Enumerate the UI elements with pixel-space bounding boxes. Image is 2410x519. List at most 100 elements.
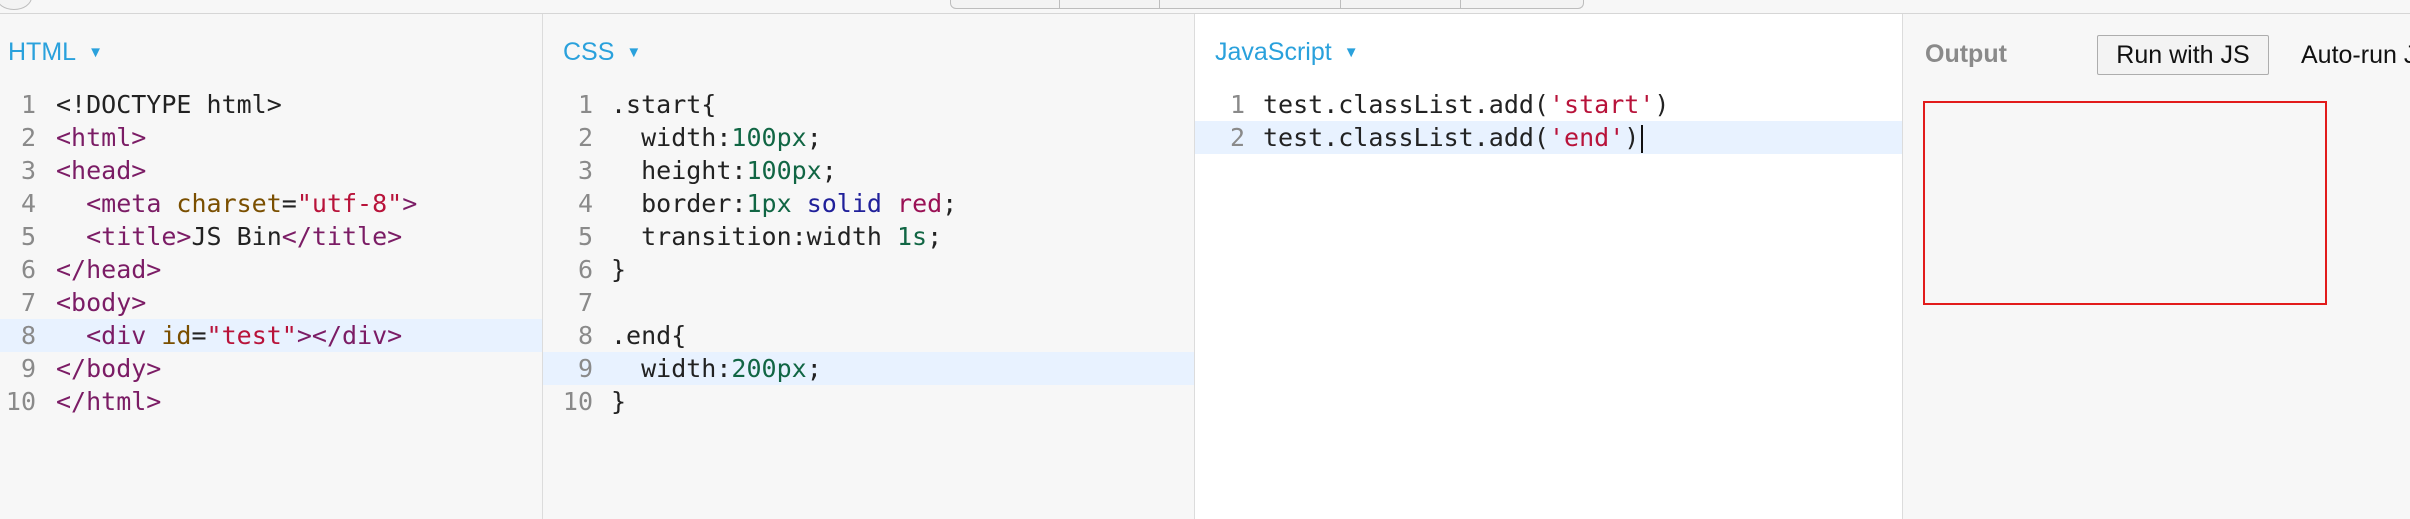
dropdown-arrow-icon[interactable]: ▼ bbox=[626, 44, 641, 61]
code-text: <head> bbox=[56, 154, 146, 187]
code-line[interactable]: 2 <html> bbox=[0, 121, 542, 154]
dropdown-arrow-icon[interactable]: ▼ bbox=[88, 44, 103, 61]
code-line[interactable]: 6} bbox=[543, 253, 1194, 286]
code-token: <div bbox=[86, 321, 162, 350]
code-text: </html> bbox=[56, 385, 161, 418]
code-line[interactable]: 9 </body> bbox=[0, 352, 542, 385]
line-number: 3 bbox=[577, 156, 593, 185]
code-line[interactable]: 10 </html> bbox=[0, 385, 542, 418]
line-number: 1 bbox=[1229, 90, 1245, 119]
line-number: 6 bbox=[577, 255, 593, 284]
code-text: height:100px; bbox=[611, 154, 837, 187]
dropdown-arrow-icon[interactable]: ▼ bbox=[1344, 44, 1359, 61]
html-panel: HTML ▼ 1 <!DOCTYPE html> 2 <html> 3 <head> 4 <m… bbox=[0, 14, 543, 519]
js-editor[interactable]: 1 test.classList.add('start') 2 test.classL… bbox=[1195, 88, 1902, 154]
line-number: 7 bbox=[577, 288, 593, 317]
panel-toggle-tabs[interactable] bbox=[950, 0, 1584, 9]
line-number: 4 bbox=[577, 189, 593, 218]
code-line[interactable]: 4 border:1px solid red; bbox=[543, 187, 1194, 220]
logo-icon[interactable] bbox=[0, 0, 32, 10]
css-panel-title[interactable]: CSS bbox=[563, 38, 614, 66]
code-token: charset bbox=[176, 189, 282, 218]
code-text: test.classList.add('start') bbox=[1263, 88, 1669, 121]
code-line[interactable]: 8 .end{ bbox=[543, 319, 1194, 352]
code-token: id bbox=[161, 321, 192, 350]
line-number: 7 bbox=[20, 288, 36, 317]
line-number: 2 bbox=[20, 123, 36, 152]
text-cursor bbox=[1641, 125, 1644, 153]
code-token: 1px bbox=[746, 189, 792, 218]
code-text: <!DOCTYPE html> bbox=[56, 88, 282, 121]
html-editor[interactable]: 1 <!DOCTYPE html> 2 <html> 3 <head> 4 <meta ch… bbox=[0, 88, 542, 418]
run-with-js-button[interactable]: Run with JS bbox=[2097, 35, 2269, 75]
code-line[interactable]: 2 width:100px; bbox=[543, 121, 1194, 154]
code-token: ; bbox=[806, 354, 822, 383]
code-text: } bbox=[611, 253, 626, 286]
code-token: ) bbox=[1624, 123, 1640, 152]
code-line[interactable]: 3 <head> bbox=[0, 154, 542, 187]
code-text: .start{ bbox=[611, 88, 716, 121]
code-token: </head> bbox=[56, 255, 162, 284]
html-panel-menu[interactable]: HTML ▼ bbox=[8, 38, 103, 67]
code-line[interactable]: 10} bbox=[543, 385, 1194, 418]
code-line[interactable]: 5 <title>JS Bin</title> bbox=[0, 220, 542, 253]
code-token: </title> bbox=[281, 222, 403, 251]
code-token: <body> bbox=[56, 288, 147, 317]
code-line[interactable]: 1 test.classList.add('start') bbox=[1195, 88, 1902, 121]
code-line[interactable]: 7 <body> bbox=[0, 286, 542, 319]
code-token: test.classList.add( bbox=[1263, 90, 1549, 119]
code-token: ; bbox=[942, 189, 958, 218]
code-line[interactable]: 2 test.classList.add('end') bbox=[1195, 121, 1902, 154]
code-token: red bbox=[897, 189, 943, 218]
js-panel: JavaScript ▼ 1 test.classList.add('start')… bbox=[1195, 14, 1903, 519]
code-line[interactable]: 9 width:200px; bbox=[543, 352, 1194, 385]
code-line[interactable]: 5 transition:width 1s; bbox=[543, 220, 1194, 253]
code-token: 100px bbox=[731, 123, 807, 152]
code-text: <title>JS Bin</title> bbox=[56, 220, 402, 253]
code-line[interactable]: 6 </head> bbox=[0, 253, 542, 286]
code-token: JS Bin bbox=[191, 222, 282, 251]
code-line[interactable]: 8 <div id="test"></div> bbox=[0, 319, 542, 352]
code-line[interactable]: 4 <meta charset="utf-8"> bbox=[0, 187, 542, 220]
code-token: 'end' bbox=[1548, 123, 1625, 152]
code-token: </body> bbox=[56, 354, 162, 383]
code-token: <html> bbox=[56, 123, 147, 152]
output-panel-title: Output bbox=[1925, 40, 2007, 68]
code-token: width: bbox=[611, 123, 732, 152]
css-panel: CSS ▼ 1 .start{2 width:100px; 3 height:100p… bbox=[543, 14, 1195, 519]
code-text: test.classList.add('end') bbox=[1263, 121, 1644, 154]
code-line[interactable]: 7 bbox=[543, 286, 1194, 319]
css-panel-menu[interactable]: CSS ▼ bbox=[563, 38, 641, 67]
js-panel-menu[interactable]: JavaScript ▼ bbox=[1215, 38, 1359, 67]
code-token: 'start' bbox=[1548, 90, 1655, 119]
line-number: 2 bbox=[1229, 123, 1245, 152]
code-token: </html> bbox=[56, 387, 162, 416]
code-token: = bbox=[191, 321, 207, 350]
code-line[interactable]: 3 height:100px; bbox=[543, 154, 1194, 187]
code-token: <title> bbox=[86, 222, 192, 251]
test-div-preview bbox=[1923, 101, 2327, 305]
line-number: 8 bbox=[20, 321, 36, 350]
code-line[interactable]: 1 .start{ bbox=[543, 88, 1194, 121]
line-number: 1 bbox=[577, 90, 593, 119]
autorun-toggle[interactable]: Auto-run J bbox=[2301, 41, 2410, 70]
js-panel-title[interactable]: JavaScript bbox=[1215, 38, 1332, 66]
code-token: border: bbox=[611, 189, 747, 218]
code-line[interactable]: 1 <!DOCTYPE html> bbox=[0, 88, 542, 121]
code-token: <meta bbox=[86, 189, 177, 218]
code-token: .end{ bbox=[611, 321, 687, 350]
output-panel: Output Run with JS Auto-run J bbox=[1903, 14, 2410, 519]
code-token: } bbox=[611, 387, 627, 416]
code-text: } bbox=[611, 385, 626, 418]
html-panel-title[interactable]: HTML bbox=[8, 38, 76, 66]
code-token: test.classList.add( bbox=[1263, 123, 1549, 152]
code-token: solid bbox=[806, 189, 882, 218]
code-text: <div id="test"></div> bbox=[56, 319, 402, 352]
css-editor[interactable]: 1 .start{2 width:100px; 3 height:100px; 4 b… bbox=[543, 88, 1194, 418]
code-text: width:200px; bbox=[611, 352, 822, 385]
code-text: transition:width 1s; bbox=[611, 220, 942, 253]
